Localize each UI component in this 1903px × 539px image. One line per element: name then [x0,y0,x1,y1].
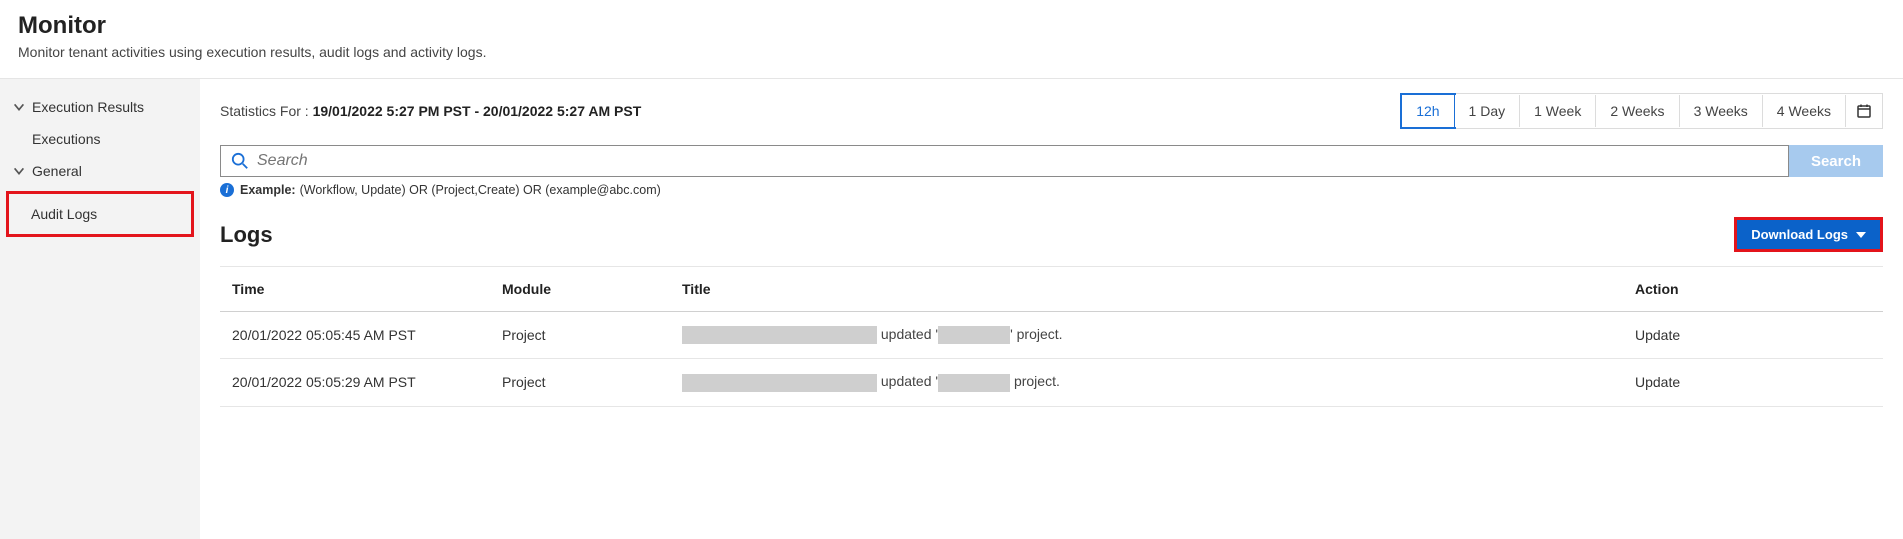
example-text: (Workflow, Update) OR (Project,Create) O… [300,183,661,197]
sidebar-item-label: Audit Logs [31,206,97,222]
redacted-block [682,374,877,392]
title-mid: updated ' [877,326,938,342]
col-module[interactable]: Module [490,267,670,312]
logs-table: Time Module Title Action 20/01/2022 05:0… [220,266,1883,407]
range-calendar-button[interactable] [1846,95,1882,127]
table-row: 20/01/2022 05:05:29 AM PST Project updat… [220,359,1883,406]
search-box[interactable] [220,145,1789,177]
search-icon [231,152,249,170]
redacted-block [682,326,877,344]
table-header-row: Time Module Title Action [220,267,1883,312]
cell-title: updated ' project. [670,359,1623,406]
main-content: Statistics For : 19/01/2022 5:27 PM PST … [200,79,1903,539]
page-subtitle: Monitor tenant activities using executio… [18,44,1885,60]
stats-label: Statistics For : 19/01/2022 5:27 PM PST … [220,103,641,119]
range-12h[interactable]: 12h [1400,93,1455,129]
title-end: ' project. [1010,326,1062,342]
sidebar-group-execution-results[interactable]: Execution Results [0,91,200,123]
time-range-group: 12h 1 Day 1 Week 2 Weeks 3 Weeks 4 Weeks [1400,93,1883,129]
range-2weeks[interactable]: 2 Weeks [1596,95,1679,127]
download-logs-label: Download Logs [1751,227,1848,242]
title-end: project. [1010,373,1060,389]
cell-time: 20/01/2022 05:05:29 AM PST [220,359,490,406]
col-time[interactable]: Time [220,267,490,312]
sidebar-group-label: Execution Results [32,99,144,115]
search-button[interactable]: Search [1789,145,1883,177]
sidebar-item-executions[interactable]: Executions [0,123,200,155]
range-3weeks[interactable]: 3 Weeks [1680,95,1763,127]
page-title: Monitor [18,12,1885,40]
cell-action: Update [1623,359,1883,406]
title-mid: updated ' [877,373,938,389]
caret-down-icon [1856,232,1866,238]
range-1day[interactable]: 1 Day [1455,95,1521,127]
sidebar-group-label: General [32,163,82,179]
chevron-down-icon [12,164,26,178]
range-1week[interactable]: 1 Week [1520,95,1596,127]
cell-module: Project [490,312,670,359]
chevron-down-icon [12,100,26,114]
redacted-block [938,374,1010,392]
search-example: i Example: (Workflow, Update) OR (Projec… [220,183,1883,197]
sidebar: Execution Results Executions General Aud… [0,79,200,539]
download-logs-button[interactable]: Download Logs [1734,217,1883,252]
stats-range: 19/01/2022 5:27 PM PST - 20/01/2022 5:27… [313,103,642,119]
sidebar-item-label: Executions [32,131,100,147]
col-title[interactable]: Title [670,267,1623,312]
cell-action: Update [1623,312,1883,359]
logs-heading: Logs [220,222,273,248]
sidebar-item-audit-logs[interactable]: Audit Logs [6,191,194,237]
example-label: Example: [240,183,296,197]
col-action[interactable]: Action [1623,267,1883,312]
cell-module: Project [490,359,670,406]
sidebar-group-general[interactable]: General [0,155,200,187]
range-4weeks[interactable]: 4 Weeks [1763,95,1846,127]
calendar-icon [1856,103,1872,119]
search-input[interactable] [257,152,1778,170]
stats-prefix: Statistics For : [220,103,313,119]
cell-time: 20/01/2022 05:05:45 AM PST [220,312,490,359]
cell-title: updated ' ' project. [670,312,1623,359]
redacted-block [938,326,1010,344]
page-header: Monitor Monitor tenant activities using … [0,0,1903,79]
info-icon: i [220,183,234,197]
table-row: 20/01/2022 05:05:45 AM PST Project updat… [220,312,1883,359]
